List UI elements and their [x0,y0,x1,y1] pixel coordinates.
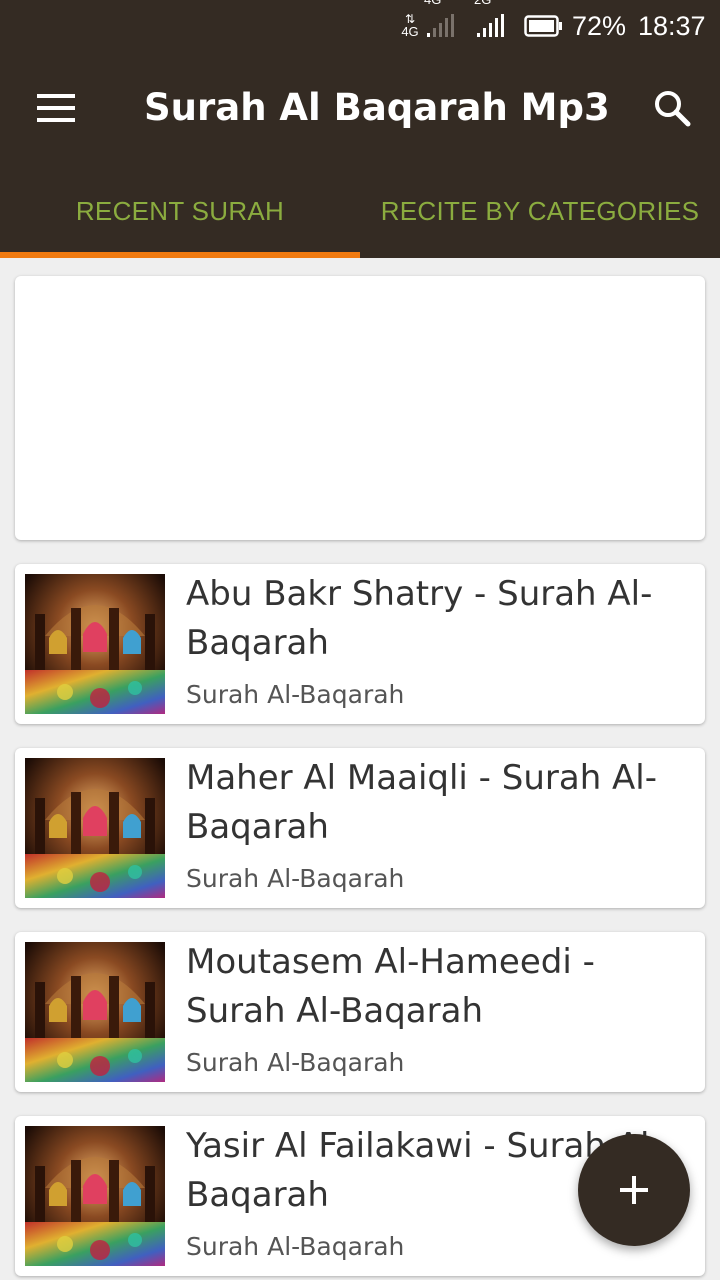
item-subtitle: Surah Al-Baqarah [186,1048,405,1077]
item-title: Maher Al Maaiqli - Surah Al-Baqarah [186,758,658,847]
item-title: Abu Bakr Shatry - Surah Al-Baqarah [186,574,653,663]
add-fab-button[interactable] [578,1134,690,1246]
battery-percent: 72% [572,10,627,41]
signal-bars-icon [477,14,504,37]
banner-card [15,276,705,540]
signal-bars-icon [427,14,454,37]
menu-button[interactable] [24,78,88,138]
list-item[interactable]: Abu Bakr Shatry - Surah Al-Baqarah Surah… [15,564,705,724]
sim2-signal: 2G [474,0,504,52]
tab-bar: RECENT SURAH RECITE BY CATEGORIES [0,164,720,258]
tab-recent-surah[interactable]: RECENT SURAH [0,164,360,258]
tab-recite-by-categories[interactable]: RECITE BY CATEGORIES [360,164,720,258]
reciter-thumbnail [25,574,165,714]
item-subtitle: Surah Al-Baqarah [186,680,405,709]
item-subtitle: Surah Al-Baqarah [186,1232,405,1261]
plus-icon [620,1176,648,1204]
item-subtitle: Surah Al-Baqarah [186,864,405,893]
search-button[interactable] [640,78,704,138]
sim1-network-type: ⇅ 4G [396,13,424,39]
list-item[interactable]: Maher Al Maaiqli - Surah Al-Baqarah Sura… [15,748,705,908]
list-item[interactable]: Moutasem Al-Hameedi - Surah Al-Baqarah S… [15,932,705,1092]
reciter-thumbnail [25,758,165,898]
sim1-signal: ⇅ 4G 4G [396,0,454,52]
app-title: Surah Al Baqarah Mp3 [144,86,610,129]
tab-label: RECENT SURAH [75,195,285,226]
battery-icon [524,0,564,52]
status-bar: ⇅ 4G 4G 2G 72% 18:37 [0,0,720,52]
tab-label: RECITE BY CATEGORIES [380,195,700,226]
sim2-net-label: 2G [474,0,491,7]
clock: 18:37 [638,10,706,41]
hamburger-menu-icon [37,94,75,122]
sim1-net-label-bottom: 4G [401,24,419,39]
app-bar: Surah Al Baqarah Mp3 [0,52,720,164]
reciter-thumbnail [25,942,165,1082]
sim1-net-label-top: 4G [424,0,441,7]
search-icon [655,91,691,127]
reciter-thumbnail [25,1126,165,1266]
item-title: Moutasem Al-Hameedi - Surah Al-Baqarah [186,942,595,1031]
